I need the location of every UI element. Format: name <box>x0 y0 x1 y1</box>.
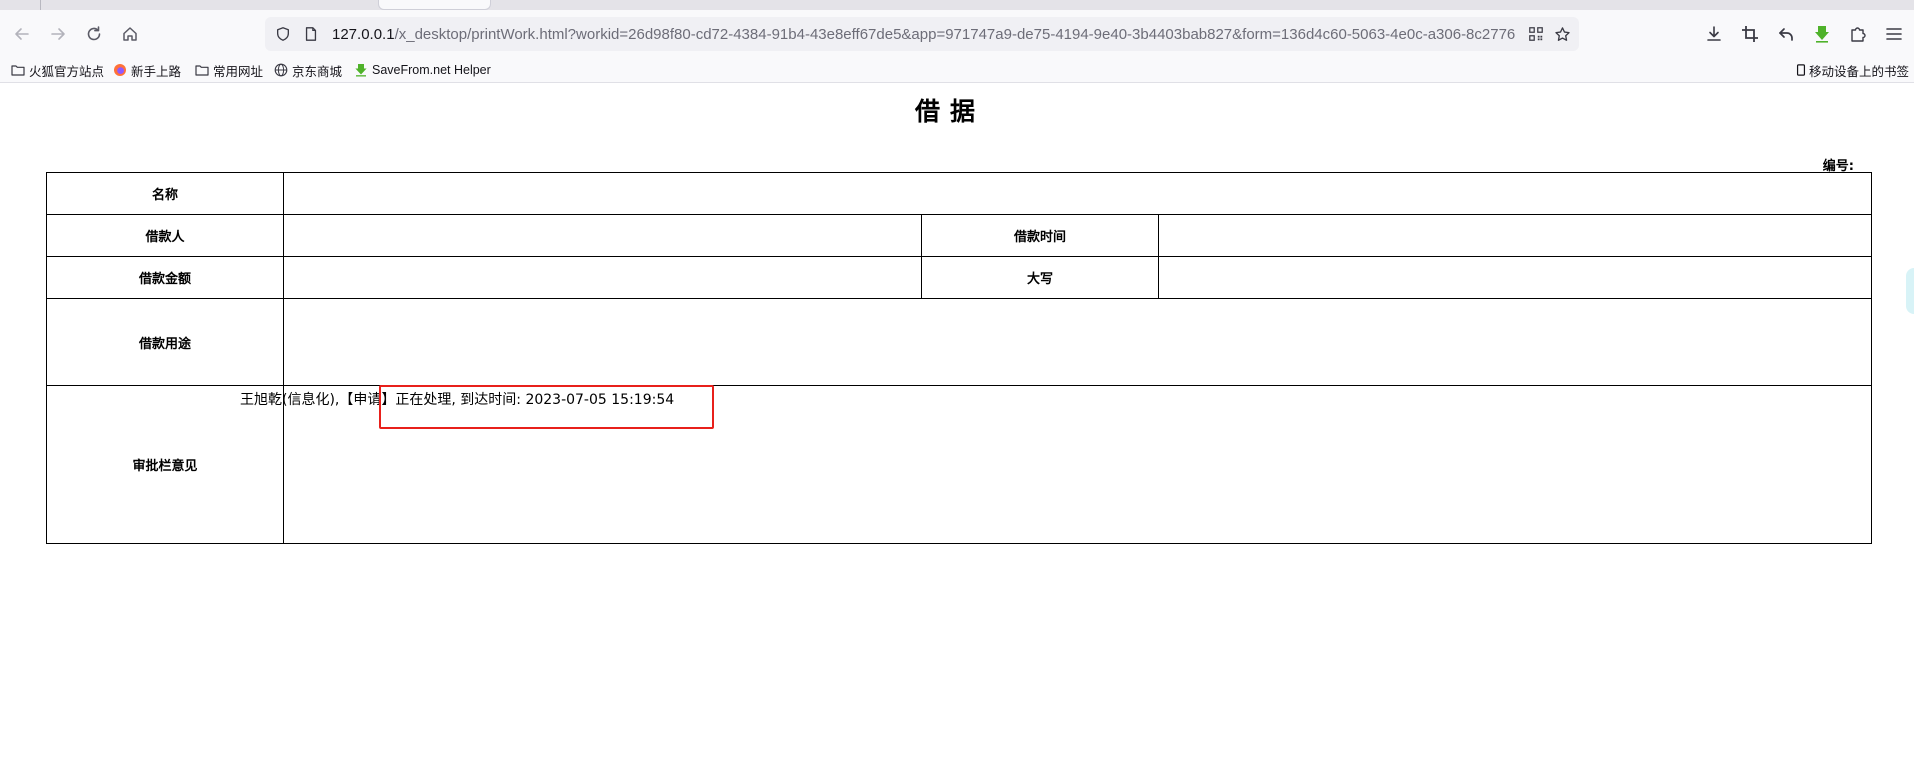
loan-receipt-table: 名称 借款人 借款时间 借款金额 大写 借款用途 审批栏意见 <box>46 172 1873 544</box>
borrower-label: 借款人 <box>46 214 284 257</box>
mobile-bookmarks[interactable]: 移动设备上的书签 <box>1795 61 1909 79</box>
borrower-value-cell[interactable] <box>283 214 922 257</box>
undo-button[interactable] <box>1774 22 1798 46</box>
firefox-icon <box>114 64 126 76</box>
mobile-device-icon <box>1796 64 1806 76</box>
borrow-time-label: 借款时间 <box>921 214 1159 257</box>
puzzle-piece-icon <box>1851 27 1866 42</box>
table-row: 借款人 借款时间 <box>46 214 1873 257</box>
screenshot-crop-button[interactable] <box>1738 22 1762 46</box>
address-bar[interactable]: 127.0.0.1/x_desktop/printWork.html?worki… <box>265 17 1579 51</box>
loan-purpose-value-cell[interactable] <box>282 298 1873 386</box>
folder-icon <box>11 65 25 76</box>
reload-button[interactable] <box>80 20 108 48</box>
extensions-button[interactable] <box>1846 22 1870 46</box>
back-button[interactable] <box>8 20 36 48</box>
bookmark-label: 常用网址 <box>213 64 264 79</box>
table-row: 名称 <box>46 172 1873 215</box>
reload-icon <box>87 26 101 41</box>
url-path: /x_desktop/printWork.html?workid=26d98f8… <box>394 25 1516 43</box>
bookmark-jd-mall[interactable]: 京东商城 <box>274 61 342 79</box>
table-row: 审批栏意见 <box>46 385 1873 544</box>
side-floating-widget[interactable] <box>1906 268 1914 314</box>
page-title: 借据 <box>914 97 985 126</box>
arrow-right-icon <box>51 28 65 40</box>
bookmark-label: 火狐官方站点 <box>29 64 105 79</box>
navigation-toolbar: 127.0.0.1/x_desktop/printWork.html?worki… <box>0 10 1914 58</box>
hamburger-menu-icon <box>1886 28 1902 40</box>
undo-arrow-icon <box>1779 28 1793 41</box>
bookmark-common-sites[interactable]: 常用网址 <box>195 61 263 79</box>
bookmark-label: SaveFrom.net Helper <box>372 63 491 77</box>
table-row: 借款用途 <box>46 298 1873 386</box>
url-host: 127.0.0.1 <box>332 25 395 43</box>
bookmarks-toolbar: 火狐官方站点 新手上路 常用网址 京东商城 SaveFrom.net Helpe… <box>0 58 1914 83</box>
loan-purpose-label: 借款用途 <box>46 298 284 386</box>
download-icon <box>1707 26 1721 41</box>
name-value-cell[interactable] <box>282 172 1873 215</box>
star-bookmark-icon[interactable] <box>1553 25 1571 43</box>
url-text[interactable]: 127.0.0.1/x_desktop/printWork.html?worki… <box>332 26 1517 43</box>
page-info-icon[interactable] <box>302 25 320 43</box>
loan-amount-value-cell[interactable] <box>283 256 922 299</box>
home-icon <box>123 27 137 41</box>
forward-button[interactable] <box>44 20 72 48</box>
home-button[interactable] <box>116 20 144 48</box>
shield-icon[interactable] <box>274 25 292 43</box>
bookmark-label: 新手上路 <box>131 64 182 79</box>
approval-opinion-label: 审批栏意见 <box>46 385 284 544</box>
amount-uppercase-label: 大写 <box>921 256 1159 299</box>
bookmark-label: 京东商城 <box>292 64 343 79</box>
tab-strip <box>0 0 1914 10</box>
amount-uppercase-value-cell[interactable] <box>1157 256 1873 299</box>
qr-code-icon[interactable] <box>1527 25 1545 43</box>
loan-amount-label: 借款金额 <box>46 256 284 299</box>
downloads-button[interactable] <box>1702 22 1726 46</box>
tab-separator <box>40 0 41 10</box>
table-row: 借款金额 大写 <box>46 256 1873 299</box>
borrow-time-value-cell[interactable] <box>1157 214 1873 257</box>
bookmark-firefox-official[interactable]: 火狐官方站点 <box>11 61 104 79</box>
bookmark-getting-started[interactable]: 新手上路 <box>113 61 181 79</box>
folder-icon <box>195 65 209 76</box>
savefrom-arrow-icon <box>355 64 367 77</box>
arrow-left-icon <box>15 28 29 40</box>
active-tab[interactable] <box>378 0 491 10</box>
highlight-annotation-box <box>379 385 714 429</box>
name-label: 名称 <box>46 172 284 215</box>
mobile-bookmarks-label: 移动设备上的书签 <box>1809 64 1910 79</box>
globe-icon <box>274 63 288 77</box>
savefrom-extension-button[interactable] <box>1810 22 1834 46</box>
bookmark-savefrom-helper[interactable]: SaveFrom.net Helper <box>354 61 491 79</box>
savefrom-arrow-icon <box>1815 26 1829 43</box>
app-menu-button[interactable] <box>1882 22 1906 46</box>
crop-icon <box>1742 26 1758 42</box>
